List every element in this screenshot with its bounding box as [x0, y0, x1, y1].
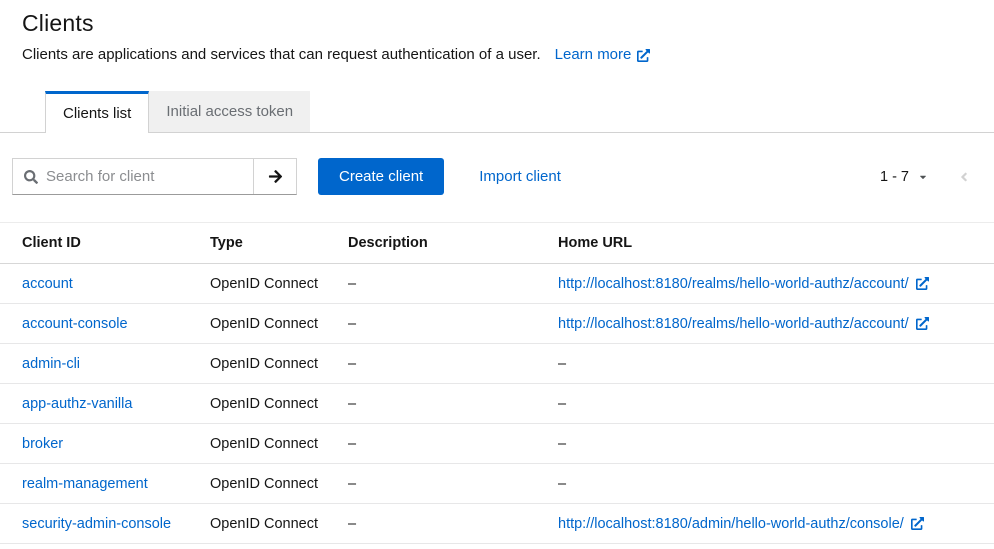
client-description-cell: –	[348, 516, 558, 532]
tab-clients-list[interactable]: Clients list	[45, 91, 149, 133]
create-client-button[interactable]: Create client	[318, 158, 444, 195]
tabs-leading-spacer	[0, 91, 45, 133]
client-description-cell: –	[348, 356, 558, 372]
external-link-icon	[916, 317, 929, 330]
home-url-empty: –	[558, 356, 566, 372]
client-id-link[interactable]: admin-cli	[22, 356, 80, 372]
client-description-cell: –	[348, 396, 558, 412]
table-row: broker OpenID Connect – –	[0, 424, 994, 464]
client-description-cell: –	[348, 276, 558, 292]
toolbar: Create client Import client 1 - 7	[0, 158, 994, 195]
search-input[interactable]	[38, 168, 253, 185]
column-header-description: Description	[348, 235, 558, 251]
client-description-cell: –	[348, 316, 558, 332]
table-row: realm-management OpenID Connect – –	[0, 464, 994, 504]
column-header-client-id: Client ID	[22, 235, 210, 251]
table-header-row: Client ID Type Description Home URL	[0, 223, 994, 264]
home-url-empty: –	[558, 396, 566, 412]
external-link-icon	[916, 277, 929, 290]
page-header: Clients Clients are applications and ser…	[0, 0, 994, 65]
arrow-right-icon	[268, 169, 283, 184]
client-type-cell: OpenID Connect	[210, 396, 348, 412]
client-id-link[interactable]: app-authz-vanilla	[22, 396, 132, 412]
client-description-cell: –	[348, 476, 558, 492]
pagination-prev-button[interactable]	[958, 170, 970, 184]
client-id-link[interactable]: realm-management	[22, 476, 148, 492]
client-type-cell: OpenID Connect	[210, 356, 348, 372]
home-url-empty: –	[558, 476, 566, 492]
client-description-cell: –	[348, 436, 558, 452]
pagination-range-label: 1 - 7	[880, 169, 909, 185]
client-type-cell: OpenID Connect	[210, 516, 348, 532]
client-id-link[interactable]: account	[22, 276, 73, 292]
import-client-link[interactable]: Import client	[479, 168, 561, 185]
client-type-cell: OpenID Connect	[210, 276, 348, 292]
chevron-left-icon	[958, 170, 970, 184]
tabs: Clients list Initial access token	[0, 91, 994, 133]
page-title: Clients	[22, 10, 970, 37]
search-icon	[24, 170, 38, 184]
client-id-link[interactable]: account-console	[22, 316, 128, 332]
learn-more-label: Learn more	[555, 45, 632, 65]
column-header-type: Type	[210, 235, 348, 251]
home-url-link[interactable]: http://localhost:8180/realms/hello-world…	[558, 276, 909, 292]
search-group	[12, 158, 297, 195]
page-subtitle: Clients are applications and services th…	[22, 45, 541, 65]
home-url-link[interactable]: http://localhost:8180/realms/hello-world…	[558, 316, 909, 332]
external-link-icon	[637, 49, 650, 62]
column-header-home-url: Home URL	[558, 235, 994, 251]
home-url-empty: –	[558, 436, 566, 452]
pagination-range-toggle[interactable]: 1 - 7	[880, 169, 928, 185]
table-row: admin-cli OpenID Connect – –	[0, 344, 994, 384]
home-url-link[interactable]: http://localhost:8180/admin/hello-world-…	[558, 516, 904, 532]
table-row: account-console OpenID Connect – http://…	[0, 304, 994, 344]
table-row: account OpenID Connect – http://localhos…	[0, 264, 994, 304]
table-body: account OpenID Connect – http://localhos…	[0, 264, 994, 544]
search-submit-button[interactable]	[253, 159, 296, 194]
clients-table: Client ID Type Description Home URL acco…	[0, 222, 994, 544]
tabs-trailing-spacer	[310, 91, 994, 133]
table-row: app-authz-vanilla OpenID Connect – –	[0, 384, 994, 424]
tab-initial-access-token[interactable]: Initial access token	[149, 91, 310, 133]
external-link-icon	[911, 517, 924, 530]
client-type-cell: OpenID Connect	[210, 436, 348, 452]
table-row: security-admin-console OpenID Connect – …	[0, 504, 994, 544]
pagination: 1 - 7	[880, 169, 970, 185]
caret-down-icon	[918, 172, 928, 182]
client-id-link[interactable]: security-admin-console	[22, 516, 171, 532]
tab-label: Initial access token	[166, 103, 293, 120]
learn-more-link[interactable]: Learn more	[555, 45, 651, 65]
client-type-cell: OpenID Connect	[210, 316, 348, 332]
client-type-cell: OpenID Connect	[210, 476, 348, 492]
tab-label: Clients list	[63, 105, 131, 122]
client-id-link[interactable]: broker	[22, 436, 63, 452]
